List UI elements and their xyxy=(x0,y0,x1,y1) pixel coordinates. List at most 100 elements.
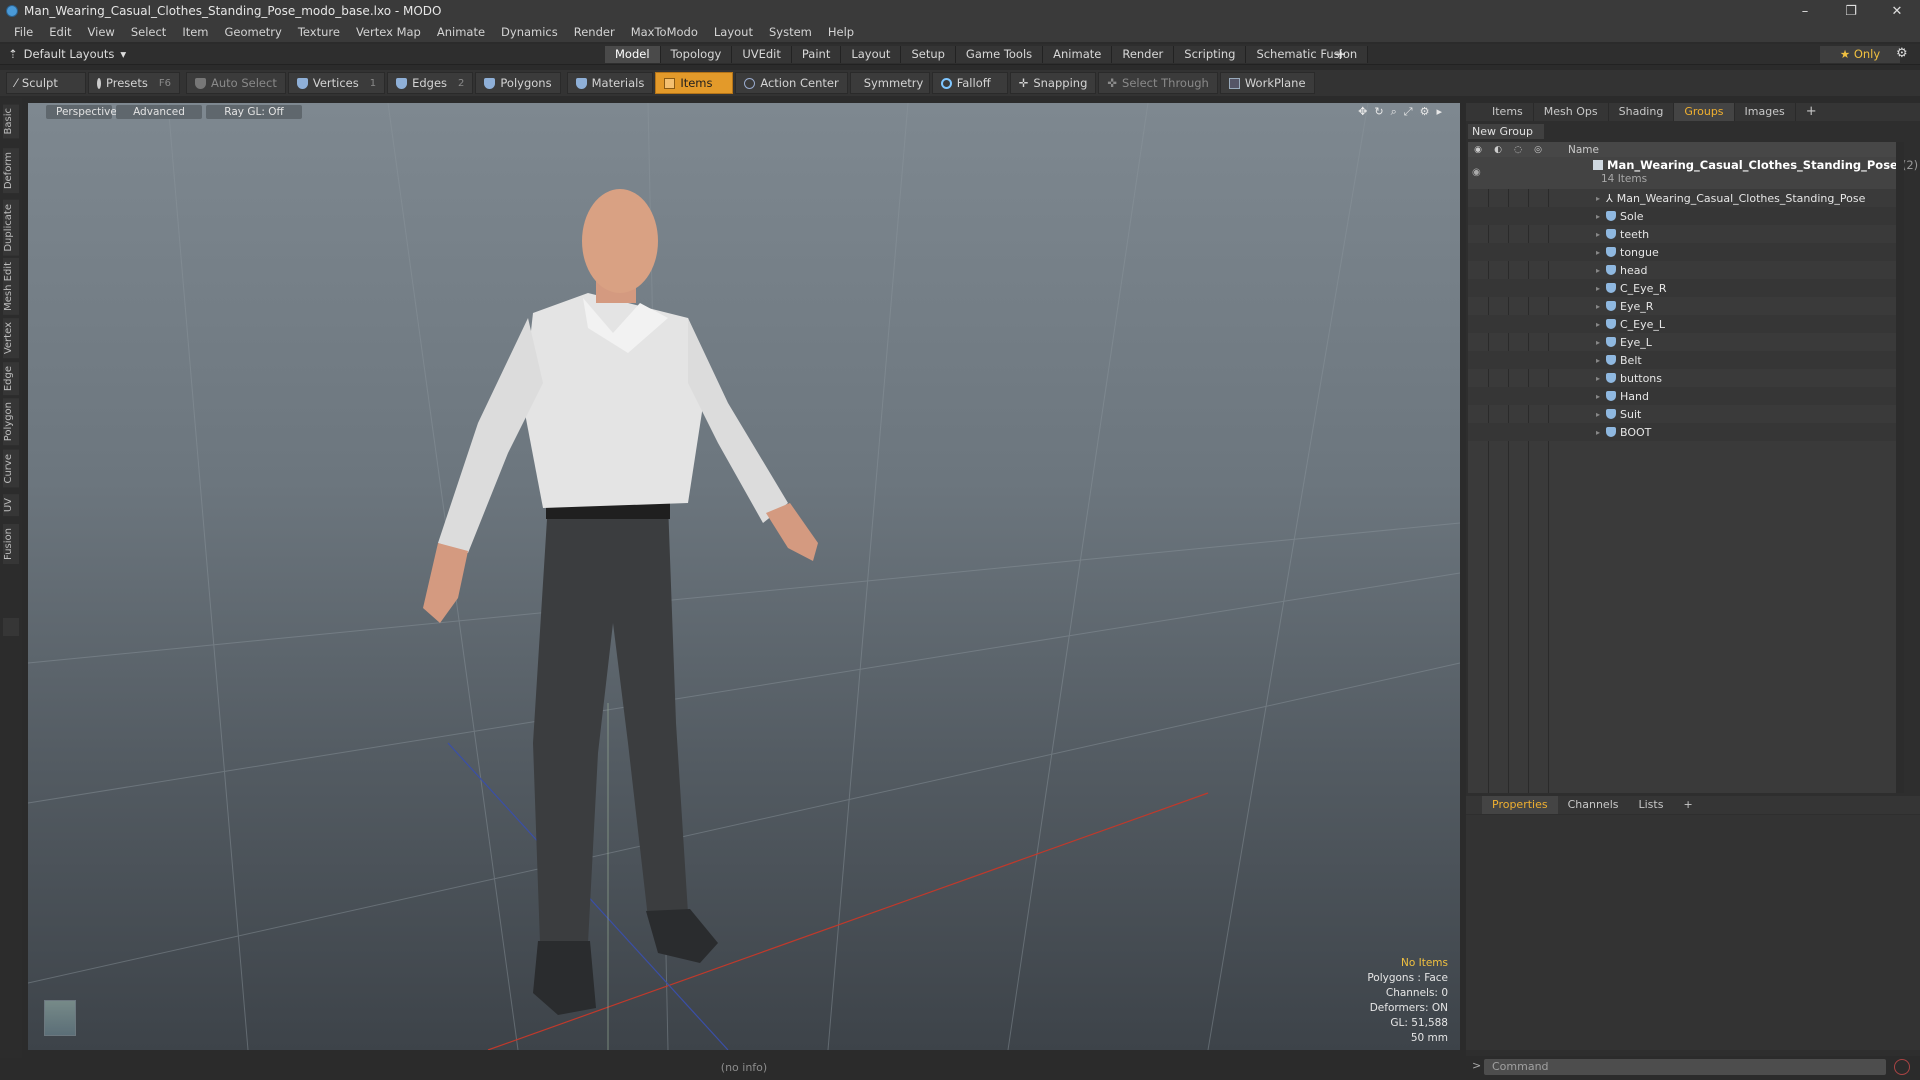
list-item[interactable]: ▸ ⅄ Man_Wearing_Casual_Clothes_Standing_Po… xyxy=(1468,189,1904,207)
list-item[interactable]: ▸ BOOT xyxy=(1468,423,1904,441)
workplane-button[interactable]: WorkPlane xyxy=(1219,72,1315,94)
expand-arrow-icon[interactable]: ▸ xyxy=(1596,392,1600,401)
tab-paint[interactable]: Paint xyxy=(791,46,842,63)
tab-mesh-ops[interactable]: Mesh Ops xyxy=(1534,103,1609,121)
action-center-button[interactable]: Action Center xyxy=(735,72,848,94)
tab-images[interactable]: Images xyxy=(1735,103,1796,121)
tab-uv[interactable]: UV xyxy=(3,494,19,517)
vertices-button[interactable]: Vertices 1 xyxy=(287,72,386,94)
menu-dynamics[interactable]: Dynamics xyxy=(493,25,566,39)
menu-geometry[interactable]: Geometry xyxy=(217,25,290,39)
list-item[interactable]: ▸ tongue xyxy=(1468,243,1904,261)
list-item[interactable]: ▸ head xyxy=(1468,261,1904,279)
expand-arrow-icon[interactable]: ▸ xyxy=(1596,428,1600,437)
tab-model[interactable]: Model xyxy=(605,46,661,63)
menu-maxtomodo[interactable]: MaxToModo xyxy=(623,25,706,39)
raygl-button[interactable]: Ray GL: Off xyxy=(206,104,302,119)
expand-arrow-icon[interactable]: ▸ xyxy=(1596,284,1600,293)
polygons-button[interactable]: Polygons xyxy=(475,72,561,94)
select-column-icon[interactable]: ◎ xyxy=(1528,145,1548,155)
list-item[interactable]: ▸ Belt xyxy=(1468,351,1904,369)
expand-arrow-icon[interactable]: ▸ xyxy=(1596,302,1600,311)
list-item[interactable]: ▸ C_Eye_R xyxy=(1468,279,1904,297)
menu-select[interactable]: Select xyxy=(123,25,174,39)
tab-duplicate[interactable]: Duplicate xyxy=(3,200,19,256)
presets-button[interactable]: Presets F6 xyxy=(88,72,180,94)
tab-animate[interactable]: Animate xyxy=(1043,46,1113,63)
tab-deform[interactable]: Deform xyxy=(3,148,19,194)
tab-polygon[interactable]: Polygon xyxy=(3,398,19,446)
symmetry-button[interactable]: Symmetry xyxy=(849,72,930,94)
expand-arrow-icon[interactable]: ▸ xyxy=(1596,230,1600,239)
tab-shading[interactable]: Shading xyxy=(1609,103,1675,121)
tab-topology[interactable]: Topology xyxy=(660,46,733,63)
menu-edit[interactable]: Edit xyxy=(41,25,79,39)
tab-curve[interactable]: Curve xyxy=(3,450,19,488)
menu-texture[interactable]: Texture xyxy=(290,25,348,39)
tab-basic[interactable]: Basic xyxy=(3,104,19,139)
add-panel-tab-icon[interactable]: + xyxy=(1796,103,1827,121)
menu-item[interactable]: Item xyxy=(174,25,216,39)
tab-game-tools[interactable]: Game Tools xyxy=(955,46,1044,63)
auto-select-button[interactable]: Auto Select xyxy=(186,72,286,94)
toolbox-toggle[interactable] xyxy=(3,618,19,636)
list-item[interactable]: ▸ teeth xyxy=(1468,225,1904,243)
tab-uvedit[interactable]: UVEdit xyxy=(732,46,792,63)
tab-channels[interactable]: Channels xyxy=(1558,796,1629,814)
eye-icon[interactable]: ◉ xyxy=(1472,167,1481,178)
menu-view[interactable]: View xyxy=(80,25,123,39)
name-column-header[interactable]: Name xyxy=(1568,144,1599,156)
rotate-view-icon[interactable]: ↻ xyxy=(1374,105,1383,119)
expand-arrow-icon[interactable]: ▸ xyxy=(1596,410,1600,419)
viewport-settings-icon[interactable]: ⚙ xyxy=(1420,105,1430,119)
expand-arrow-icon[interactable]: ▸ xyxy=(1596,320,1600,329)
menu-help[interactable]: Help xyxy=(820,25,862,39)
fit-view-icon[interactable]: ⤢ xyxy=(1404,105,1413,119)
items-button[interactable]: Items xyxy=(655,72,734,94)
tab-vertex[interactable]: Vertex xyxy=(3,318,19,359)
list-item[interactable]: ▸ C_Eye_L xyxy=(1468,315,1904,333)
only-toggle[interactable]: ★ Only xyxy=(1820,46,1900,63)
tab-setup[interactable]: Setup xyxy=(901,46,956,63)
menu-system[interactable]: System xyxy=(761,25,820,39)
materials-button[interactable]: Materials xyxy=(566,72,654,94)
shading-mode-button[interactable]: Advanced xyxy=(116,104,202,119)
list-item[interactable]: ▸ Hand xyxy=(1468,387,1904,405)
visibility-column-icon[interactable]: ◉ xyxy=(1468,145,1488,155)
command-history-button[interactable] xyxy=(1894,1059,1910,1075)
falloff-button[interactable]: Falloff xyxy=(931,72,1008,94)
render-column-icon[interactable]: ◐ xyxy=(1488,145,1508,155)
expand-arrow-icon[interactable]: ▸ xyxy=(1596,194,1600,203)
menu-vertex-map[interactable]: Vertex Map xyxy=(348,25,429,39)
tab-edge[interactable]: Edge xyxy=(3,362,19,396)
zoom-view-icon[interactable]: ⌕ xyxy=(1391,105,1397,119)
add-tab-icon[interactable]: + xyxy=(1334,45,1347,63)
menu-file[interactable]: File xyxy=(6,25,41,39)
tab-schematic-fusion[interactable]: Schematic Fusion xyxy=(1246,46,1369,63)
gear-icon[interactable]: ⚙ xyxy=(1896,46,1908,61)
expand-arrow-icon[interactable]: ▸ xyxy=(1596,266,1600,275)
expand-arrow-icon[interactable]: ▸ xyxy=(1596,374,1600,383)
tab-properties[interactable]: Properties xyxy=(1482,796,1558,814)
maximize-button[interactable]: ❐ xyxy=(1828,0,1874,22)
menu-layout[interactable]: Layout xyxy=(706,25,761,39)
lock-column-icon[interactable]: ◌ xyxy=(1508,145,1528,155)
menu-render[interactable]: Render xyxy=(566,25,623,39)
character-model[interactable] xyxy=(423,189,818,1015)
move-view-icon[interactable]: ✥ xyxy=(1358,105,1367,119)
list-item[interactable]: ▸ Suit xyxy=(1468,405,1904,423)
3d-viewport[interactable]: Perspective Advanced Ray GL: Off ✥ ↻ ⌕ ⤢… xyxy=(28,103,1460,1050)
expand-arrow-icon[interactable]: ▸ xyxy=(1596,338,1600,347)
select-through-button[interactable]: ✜ Select Through xyxy=(1098,72,1218,94)
tab-scripting[interactable]: Scripting xyxy=(1174,46,1247,63)
list-item[interactable]: ▸ Eye_L xyxy=(1468,333,1904,351)
viewport-expand-icon[interactable]: ▸ xyxy=(1436,105,1442,119)
sculpt-button[interactable]: ⁄ Sculpt xyxy=(6,72,86,94)
tab-lists[interactable]: Lists xyxy=(1629,796,1674,814)
view-type-button[interactable]: Perspective xyxy=(46,104,117,119)
expand-arrow-icon[interactable]: ▸ xyxy=(1596,356,1600,365)
tab-mesh-edit[interactable]: Mesh Edit xyxy=(3,258,19,315)
group-row[interactable]: ◉ Man_Wearing_Casual_Clothes_Standing_Po… xyxy=(1468,157,1918,189)
groups-scrollbar[interactable] xyxy=(1896,142,1904,793)
expand-arrow-icon[interactable]: ▸ xyxy=(1596,212,1600,221)
